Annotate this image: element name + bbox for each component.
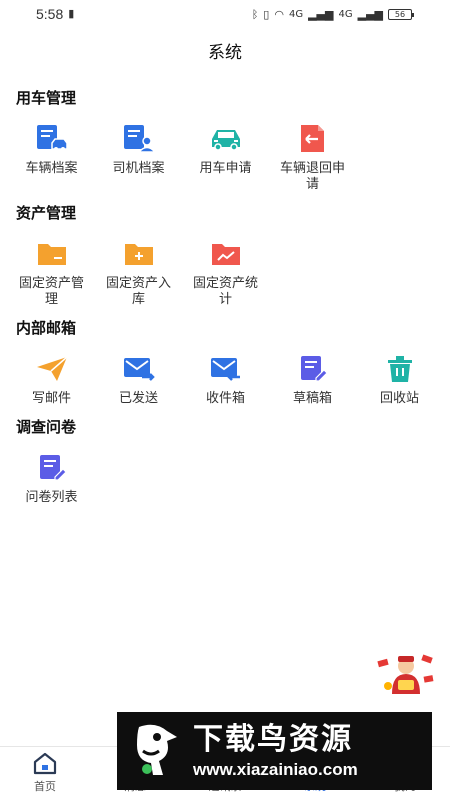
survey-list-item[interactable]: 问卷列表 <box>8 451 95 506</box>
survey-list-icon <box>35 451 69 485</box>
car-request-item[interactable]: 用车申请 <box>182 122 269 193</box>
driver-archive-icon <box>122 122 156 156</box>
item-label: 固定资产入库 <box>105 276 171 307</box>
vehicle-return-icon <box>296 122 330 156</box>
section-title: 资产管理 <box>16 204 77 222</box>
nav-home[interactable]: 首页 <box>0 747 90 800</box>
floating-mascot-button[interactable] <box>376 652 436 696</box>
item-label: 车辆退回申请 <box>279 161 345 192</box>
watermark-banner: 下载鸟资源 www.xiazainiao.com <box>117 712 432 790</box>
inbox-item[interactable]: 收件箱 <box>182 352 269 407</box>
item-label: 固定资产管理 <box>18 276 84 307</box>
draft-edit-icon <box>296 352 330 386</box>
status-time: 5:58 <box>36 6 64 22</box>
section-title: 内部邮箱 <box>16 319 77 337</box>
item-label: 收件箱 <box>205 391 245 406</box>
status-left: 5:58 ▮ <box>36 6 74 22</box>
sim-alert-icon: ▮ <box>68 7 75 20</box>
signal-icon: ▂▄▆ <box>308 7 334 21</box>
asset-add-folder-icon <box>122 237 156 271</box>
watermark-url: www.xiazainiao.com <box>193 760 358 779</box>
section-asset-management: 资产管理 固定资产管理 固定资产入库 固定资产统计 <box>0 201 450 308</box>
item-label: 已发送 <box>118 391 158 406</box>
wifi-icon: ◠ <box>274 7 284 21</box>
item-label: 车辆档案 <box>25 161 78 176</box>
asset-stats-folder-icon <box>209 237 243 271</box>
driver-archive-item[interactable]: 司机档案 <box>95 122 182 193</box>
sent-mail-item[interactable]: 已发送 <box>95 352 182 407</box>
item-label: 问卷列表 <box>25 490 78 505</box>
battery-indicator: 56 <box>388 8 414 20</box>
section-title: 调查问卷 <box>16 418 77 436</box>
vehicle-grid: 车辆档案 司机档案 用车申请 车辆退回申请 <box>0 122 450 193</box>
mail-grid: 写邮件 已发送 收件箱 草稿箱 回收站 <box>0 352 450 407</box>
asset-folder-icon <box>35 237 69 271</box>
watermark-text: 下载鸟资源 www.xiazainiao.com <box>193 721 358 781</box>
asset-management-item[interactable]: 固定资产管理 <box>8 237 95 308</box>
asset-stats-item[interactable]: 固定资产统计 <box>182 237 269 308</box>
vehicle-archive-item[interactable]: 车辆档案 <box>8 122 95 193</box>
section-internal-mail: 内部邮箱 写邮件 已发送 收件箱 草稿箱 回收站 <box>0 316 450 407</box>
page-title: 系统 <box>208 42 242 63</box>
bluetooth-icon: ᛒ <box>251 7 259 21</box>
home-icon <box>32 750 58 776</box>
item-label: 用车申请 <box>199 161 252 176</box>
survey-grid: 问卷列表 <box>0 451 450 506</box>
vibrate-icon: ▯ <box>263 7 270 21</box>
section-survey: 调查问卷 问卷列表 <box>0 415 450 506</box>
car-request-icon <box>209 122 243 156</box>
title-bar: 系统 <box>0 28 450 72</box>
item-label: 司机档案 <box>112 161 165 176</box>
section-title: 用车管理 <box>16 89 77 107</box>
item-label: 草稿箱 <box>292 391 332 406</box>
status-right: ᛒ ▯ ◠ 4G ▂▄▆ 4G ▂▄▆ 56 <box>251 7 414 21</box>
paper-plane-icon <box>35 352 69 386</box>
vehicle-archive-icon <box>35 122 69 156</box>
vehicle-return-item[interactable]: 车辆退回申请 <box>269 122 356 193</box>
network-type-2: 4G <box>338 8 353 20</box>
drafts-item[interactable]: 草稿箱 <box>269 352 356 407</box>
watermark-title: 下载鸟资源 <box>193 722 353 757</box>
signal-icon-2: ▂▄▆ <box>357 7 383 21</box>
asset-grid: 固定资产管理 固定资产入库 固定资产统计 <box>0 237 450 308</box>
trash-icon <box>383 352 417 386</box>
item-label: 固定资产统计 <box>192 276 258 307</box>
section-vehicle-management: 用车管理 车辆档案 司机档案 用车申请 车辆退回申请 <box>0 86 450 193</box>
network-type-1: 4G <box>288 8 304 20</box>
asset-storage-item[interactable]: 固定资产入库 <box>95 237 182 308</box>
item-label: 回收站 <box>379 391 419 406</box>
write-mail-item[interactable]: 写邮件 <box>8 352 95 407</box>
bird-logo-icon <box>127 721 183 781</box>
nav-home-label: 首页 <box>34 780 56 793</box>
status-bar: 5:58 ▮ ᛒ ▯ ◠ 4G ▂▄▆ 4G ▂▄▆ 56 <box>0 0 450 28</box>
recycle-bin-item[interactable]: 回收站 <box>356 352 443 407</box>
item-label: 写邮件 <box>31 391 71 406</box>
mail-sent-icon <box>122 352 156 386</box>
mail-inbox-icon <box>209 352 243 386</box>
